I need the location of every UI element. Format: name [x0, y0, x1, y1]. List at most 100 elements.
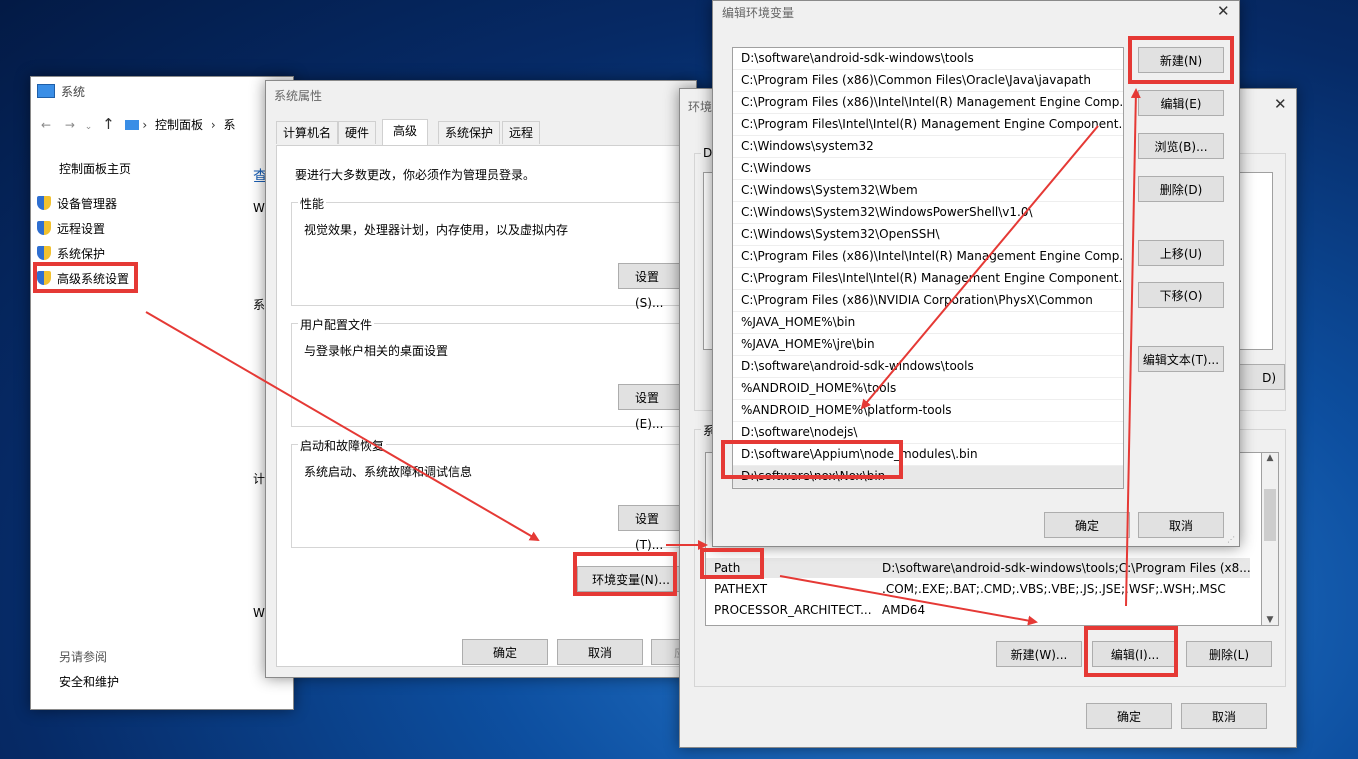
- cancel-button[interactable]: 取消: [1181, 703, 1267, 729]
- highlight-nox-entry: [721, 440, 903, 479]
- system-new-button[interactable]: 新建(W)...: [996, 641, 1082, 667]
- list-item[interactable]: C:\Program Files (x86)\Common Files\Orac…: [733, 70, 1123, 92]
- cancel-button[interactable]: 取消: [557, 639, 643, 665]
- performance-settings-button[interactable]: 设置(S)...: [618, 263, 686, 310]
- highlight-advanced-settings: [33, 262, 138, 293]
- list-item[interactable]: %ANDROID_HOME%\tools: [733, 378, 1123, 400]
- scroll-thumb[interactable]: [1264, 489, 1276, 541]
- list-item[interactable]: %JAVA_HOME%\jre\bin: [733, 334, 1123, 356]
- highlight-new-button: [1128, 36, 1234, 84]
- var-name: PATHEXT: [714, 582, 768, 596]
- dialog-title: 系统属性: [274, 89, 323, 103]
- resize-grip-icon[interactable]: ⋰: [1227, 535, 1235, 544]
- nav-label: 系统保护: [57, 247, 106, 261]
- user-profiles-group: 用户配置文件 与登录帐户相关的桌面设置 设置(E)...: [291, 316, 686, 431]
- system-var-row[interactable]: PATHEXT .COM;.EXE;.BAT;.CMD;.VBS;.VBE;.J…: [706, 579, 1250, 599]
- monitor-icon: [124, 120, 139, 130]
- cut-text: W: [253, 201, 265, 215]
- close-icon[interactable]: ✕: [1274, 95, 1287, 113]
- chevron-down-icon[interactable]: ⌄: [85, 122, 93, 132]
- nav-system-protection[interactable]: 系统保护: [37, 245, 105, 262]
- breadcrumb-control-panel[interactable]: 控制面板: [155, 118, 203, 132]
- list-item[interactable]: %JAVA_HOME%\bin: [733, 312, 1123, 334]
- profile-settings-button[interactable]: 设置(E)...: [618, 384, 686, 431]
- window-title: 系统: [37, 83, 85, 100]
- nav-device-manager[interactable]: 设备管理器: [37, 195, 117, 212]
- browse-button[interactable]: 浏览(B)...: [1138, 133, 1224, 159]
- move-down-button[interactable]: 下移(O): [1138, 282, 1224, 308]
- group-desc: 视觉效果，处理器计划，内存使用，以及虚拟内存: [304, 223, 569, 237]
- highlight-edit-button: [1084, 626, 1178, 677]
- group-title: 性能: [298, 195, 327, 212]
- performance-group: 性能 视觉效果，处理器计划，内存使用，以及虚拟内存 设置(S)...: [291, 195, 686, 310]
- nav-label: 设备管理器: [57, 197, 118, 211]
- delete-entry-button[interactable]: 删除(D): [1138, 176, 1224, 202]
- path-entries-list[interactable]: D:\software\android-sdk-windows\tools C:…: [732, 47, 1124, 489]
- forward-icon[interactable]: →: [65, 118, 75, 132]
- move-up-button[interactable]: 上移(U): [1138, 240, 1224, 266]
- monitor-icon: [37, 84, 55, 98]
- tab-advanced[interactable]: 高级: [382, 119, 429, 146]
- tab-computer-name[interactable]: 计算机名: [276, 121, 339, 144]
- up-icon[interactable]: ↑: [102, 115, 115, 133]
- edit-text-button[interactable]: 编辑文本(T)...: [1138, 346, 1224, 372]
- list-item[interactable]: C:\Program Files (x86)\Intel\Intel(R) Ma…: [733, 92, 1123, 114]
- var-value: D:\software\android-sdk-windows\tools;C:…: [882, 561, 1251, 575]
- list-item[interactable]: C:\Program Files\Intel\Intel(R) Manageme…: [733, 268, 1123, 290]
- tab-hardware[interactable]: 硬件: [338, 121, 377, 144]
- shield-icon: [37, 221, 51, 235]
- ok-button[interactable]: 确定: [1044, 512, 1130, 538]
- close-icon[interactable]: ✕: [1217, 2, 1230, 20]
- address-bar: ← → ⌄ ↑ › 控制面板 › 系: [41, 115, 236, 133]
- list-item[interactable]: C:\Program Files (x86)\NVIDIA Corporatio…: [733, 290, 1123, 312]
- list-item[interactable]: D:\software\android-sdk-windows\tools: [733, 48, 1123, 70]
- ok-button[interactable]: 确定: [1086, 703, 1172, 729]
- system-var-row[interactable]: PROCESSOR_ARCHITECT... AMD64: [706, 600, 1250, 620]
- var-name: PROCESSOR_ARCHITECT...: [714, 603, 872, 617]
- edit-entry-button[interactable]: 编辑(E): [1138, 90, 1224, 116]
- list-item[interactable]: C:\Program Files (x86)\Intel\Intel(R) Ma…: [733, 246, 1123, 268]
- see-also-title: 另请参阅: [59, 650, 108, 664]
- group-title: 启动和故障恢复: [298, 437, 387, 454]
- list-item[interactable]: C:\Windows\system32: [733, 136, 1123, 158]
- startup-recovery-group: 启动和故障恢复 系统启动、系统故障和调试信息 设置(T)...: [291, 437, 686, 552]
- scroll-up-icon[interactable]: ▲: [1262, 453, 1278, 463]
- highlight-env-button: [573, 552, 677, 596]
- nav-remote-settings[interactable]: 远程设置: [37, 220, 105, 237]
- list-item[interactable]: C:\Program Files\Intel\Intel(R) Manageme…: [733, 114, 1123, 136]
- nav-home[interactable]: 控制面板主页: [59, 160, 131, 177]
- list-item[interactable]: D:\software\android-sdk-windows\tools: [733, 356, 1123, 378]
- breadcrumb-system[interactable]: 系: [224, 118, 236, 132]
- group-desc: 系统启动、系统故障和调试信息: [304, 465, 473, 479]
- group-title: 用户配置文件: [298, 316, 375, 333]
- back-icon[interactable]: ←: [41, 118, 51, 132]
- list-item[interactable]: C:\Windows\System32\OpenSSH\: [733, 224, 1123, 246]
- cut-text: 系: [253, 298, 266, 312]
- shield-icon: [37, 196, 51, 210]
- cancel-button[interactable]: 取消: [1138, 512, 1224, 538]
- list-item[interactable]: C:\Windows: [733, 158, 1123, 180]
- list-item[interactable]: C:\Windows\System32\Wbem: [733, 180, 1123, 202]
- group-desc: 与登录帐户相关的桌面设置: [304, 344, 449, 358]
- admin-notice: 要进行大多数更改，你必须作为管理员登录。: [295, 168, 536, 182]
- var-value: .COM;.EXE;.BAT;.CMD;.VBS;.VBE;.JS;.JSE;.…: [882, 582, 1226, 596]
- dialog-title: 编辑环境变量: [722, 6, 795, 20]
- system-title: 系统: [61, 85, 86, 99]
- list-item[interactable]: %ANDROID_HOME%\platform-tools: [733, 400, 1123, 422]
- tab-remote[interactable]: 远程: [502, 121, 541, 144]
- system-window: 系统 ← → ⌄ ↑ › 控制面板 › 系 控制面板主页 设备管理器 远程设置 …: [30, 76, 294, 710]
- var-value: AMD64: [882, 603, 926, 617]
- see-also-security[interactable]: 安全和维护: [59, 673, 119, 690]
- ok-button[interactable]: 确定: [462, 639, 548, 665]
- tab-system-protection[interactable]: 系统保护: [438, 121, 501, 144]
- scrollbar[interactable]: ▲ ▼: [1261, 452, 1279, 626]
- scroll-down-icon[interactable]: ▼: [1262, 615, 1278, 625]
- cut-text: 计: [253, 472, 266, 486]
- system-delete-button[interactable]: 删除(L): [1186, 641, 1272, 667]
- system-var-row[interactable]: Path D:\software\android-sdk-windows\too…: [706, 558, 1251, 578]
- nav-label: 远程设置: [57, 222, 106, 236]
- startup-settings-button[interactable]: 设置(T)...: [618, 505, 686, 552]
- list-item[interactable]: C:\Windows\System32\WindowsPowerShell\v1…: [733, 202, 1123, 224]
- shield-icon: [37, 246, 51, 260]
- cut-text: W: [253, 606, 265, 620]
